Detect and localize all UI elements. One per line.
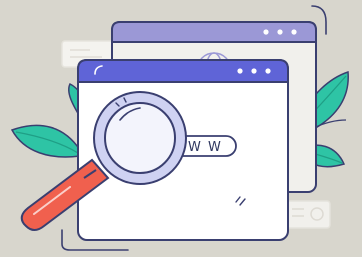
leaf-icon bbox=[10, 82, 88, 158]
background-card-right bbox=[285, 200, 331, 229]
illustration-canvas: W W W bbox=[10, 5, 349, 251]
search-illustration: W W W bbox=[0, 0, 362, 257]
